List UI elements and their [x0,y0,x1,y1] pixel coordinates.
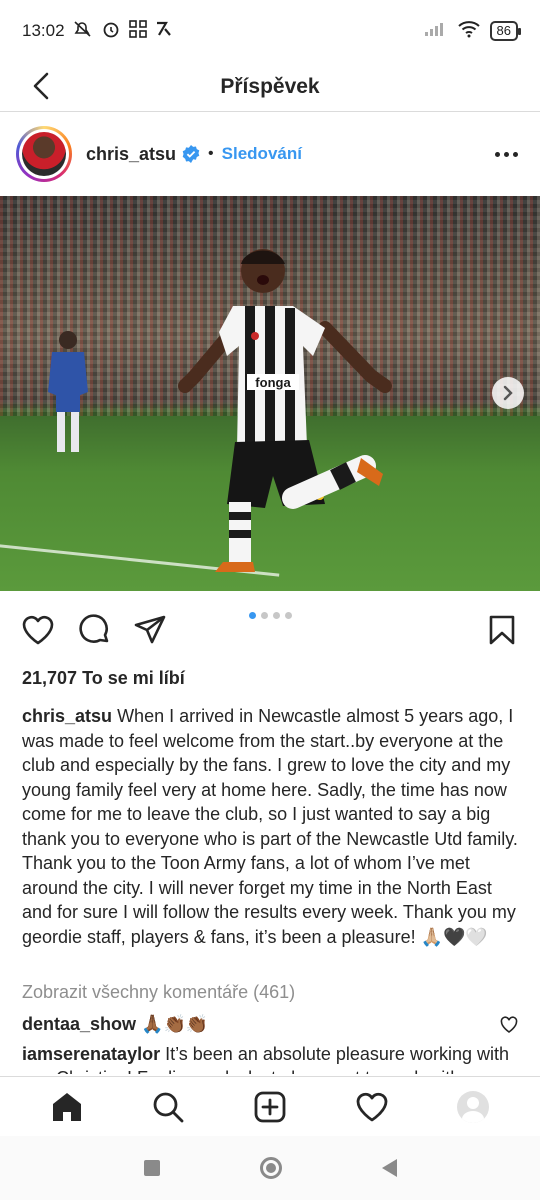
recents-button[interactable] [143,1160,160,1176]
search-icon [153,1092,184,1122]
alarm-icon [101,19,121,44]
comment-like-icon[interactable] [500,1016,518,1034]
post-username[interactable]: chris_atsu [86,144,176,165]
send-icon [134,615,166,644]
status-right: 86 [424,20,522,43]
back-arrow-icon [33,72,49,100]
separator-dot: • [208,145,214,162]
home-icon [52,1092,81,1121]
share-button[interactable] [132,612,168,648]
caption-username[interactable]: chris_atsu [22,706,112,726]
heart-icon [22,615,54,645]
bookmark-icon [489,615,515,645]
signal-icon [424,21,448,42]
post-header: chris_atsu • Sledování [0,113,540,195]
create-icon [254,1091,286,1122]
comment-username[interactable]: iamserenataylor [22,1044,160,1064]
bottom-navigation [0,1076,540,1136]
sponsor-text: fonga [255,375,291,390]
nav-activity[interactable] [350,1085,394,1129]
battery-indicator: 86 [489,21,522,41]
like-count-number: 21,707 [22,668,78,688]
post-photo[interactable]: fonga 30 [0,196,540,591]
save-button[interactable] [484,612,520,648]
verified-badge-icon [182,145,200,163]
comment-username[interactable]: dentaa_show [22,1014,136,1034]
nav-home[interactable] [45,1085,89,1129]
back-system-button[interactable] [381,1159,397,1177]
celebrating-player: fonga 30 [178,249,392,572]
activity-heart-icon [356,1092,387,1121]
comment-item: iamserenataylor It’s been an absolute pl… [22,1042,522,1074]
more-options-button[interactable] [488,136,524,172]
home-button[interactable] [259,1157,282,1179]
status-time: 13:02 [22,21,65,40]
like-count[interactable]: 21,707 To se mi líbí [22,668,185,689]
carousel-next-button[interactable] [492,377,524,409]
caption-text: When I arrived in Newcastle almost 5 yea… [22,706,518,947]
opponent-player [48,331,88,452]
avatar[interactable] [16,126,72,182]
nav-create[interactable] [248,1085,292,1129]
following-button[interactable]: Sledování [222,144,302,164]
profile-avatar [457,1090,490,1123]
avatar-image [22,132,66,176]
post-caption: chris_atsu When I arrived in Newcastle a… [22,704,522,949]
view-all-comments-link[interactable]: Zobrazit všechny komentáře (461) [22,982,295,1003]
comment-item: dentaa_show 🙏🏾👏🏾👏🏾 [22,1012,522,1036]
top-header: Příspěvek [0,62,540,112]
grid-icon [128,19,147,43]
nav-search[interactable] [146,1085,190,1129]
app-icon [155,20,173,43]
back-button[interactable] [22,66,62,106]
comment-icon [79,614,109,643]
comment-button[interactable] [76,612,112,648]
wifi-icon [457,20,480,43]
like-count-label: To se mi líbí [82,668,185,688]
comment-text: 🙏🏾👏🏾👏🏾 [141,1014,209,1034]
status-bar: 13:02 86 [0,0,540,62]
like-button[interactable] [20,612,56,648]
post-actions [0,600,540,660]
nav-profile[interactable] [451,1085,495,1129]
status-left: 13:02 [22,19,173,44]
chevron-right-icon [503,385,513,401]
system-navigation [0,1136,540,1200]
page-title: Příspěvek [220,74,320,98]
mute-icon [73,20,93,43]
